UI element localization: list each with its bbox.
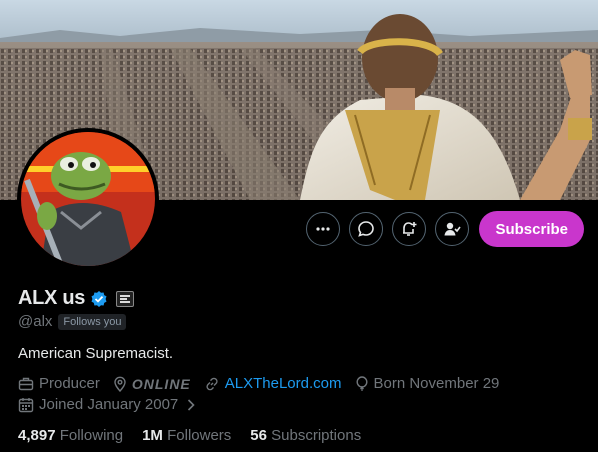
calendar-icon — [18, 397, 34, 412]
joined-text: Joined January 2007 — [39, 396, 179, 413]
following-stat[interactable]: 4,897 Following — [18, 427, 123, 444]
more-button[interactable] — [306, 212, 341, 246]
notify-button[interactable] — [392, 212, 427, 246]
follows-you-badge: Follows you — [58, 313, 127, 330]
link-icon — [206, 377, 218, 390]
location-text: ONLINE — [131, 375, 191, 392]
affiliate-logo-icon — [120, 294, 131, 303]
profile-meta-row-2: Joined January 2007 — [18, 396, 208, 413]
website-link[interactable]: ALXTheLord.com — [225, 375, 342, 392]
subscriptions-label: Subscriptions — [271, 427, 362, 444]
handle: @alx — [18, 313, 53, 330]
profile-stats: 4,897 Following 1M Followers 56 Subscrip… — [18, 427, 361, 444]
bio: American Supremacist. — [18, 345, 174, 362]
profession-text: Producer — [39, 375, 100, 392]
notify-icon — [403, 222, 417, 236]
followers-label: Followers — [167, 427, 232, 444]
profile-name-row: ALX us — [18, 287, 135, 310]
following-label: Following — [59, 427, 124, 444]
following-count: 4,897 — [18, 427, 56, 444]
more-icon — [316, 227, 331, 231]
subscriptions-count: 56 — [250, 427, 267, 444]
briefcase-icon — [18, 377, 34, 390]
website-item: ALXTheLord.com — [204, 375, 342, 392]
joined-item[interactable]: Joined January 2007 — [18, 396, 195, 413]
following-button[interactable] — [435, 212, 470, 246]
handle-row: @alx Follows you — [18, 313, 127, 330]
profile-meta-row: Producer ONLINE ALXTheLord.com Born Nove… — [18, 375, 512, 392]
birthday-item: Born November 29 — [355, 375, 500, 392]
followers-stat[interactable]: 1M Followers — [142, 427, 231, 444]
birthday-text: Born November 29 — [373, 375, 500, 392]
affiliate-badge[interactable] — [116, 290, 135, 307]
verified-icon[interactable] — [90, 290, 108, 308]
subscriptions-stat[interactable]: 56 Subscriptions — [250, 427, 361, 444]
followers-count: 1M — [142, 427, 163, 444]
message-button[interactable] — [349, 212, 384, 246]
following-icon — [444, 222, 462, 236]
display-name: ALX us — [18, 287, 86, 309]
message-icon — [358, 221, 375, 237]
balloon-icon — [355, 375, 368, 391]
profession-item: Producer — [18, 375, 100, 392]
location-item: ONLINE — [113, 376, 191, 392]
location-icon — [114, 376, 126, 392]
profile-actions: Subscribe — [306, 211, 584, 247]
subscribe-button[interactable]: Subscribe — [479, 211, 584, 247]
avatar[interactable] — [17, 128, 159, 270]
chevron-right-icon — [188, 398, 195, 411]
